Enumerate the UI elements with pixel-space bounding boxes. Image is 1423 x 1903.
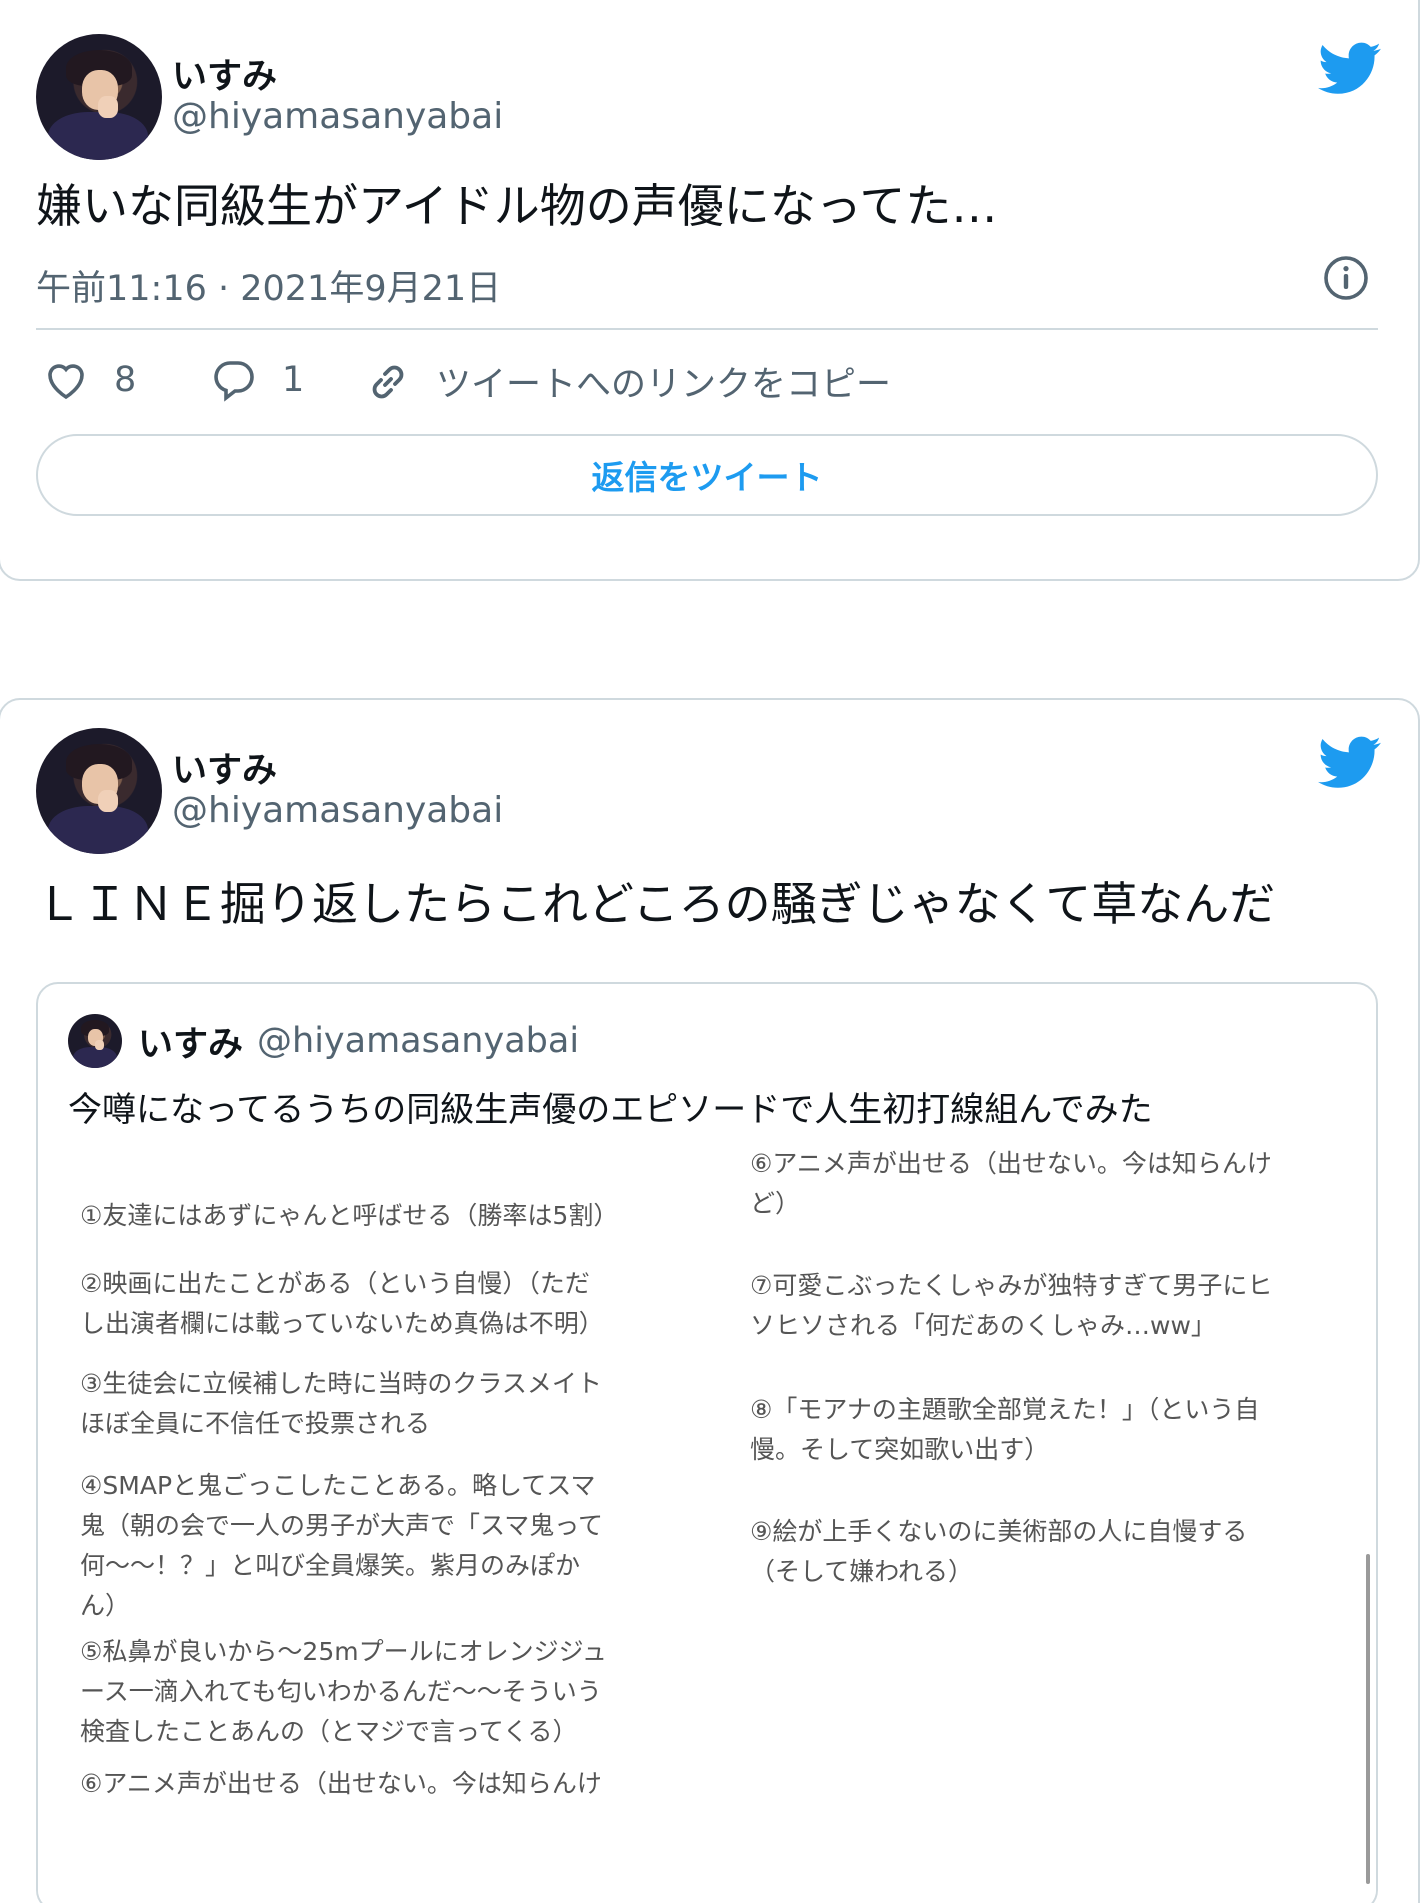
tweet-text: ＬＩＮＥ掘り返したらこれどころの騒ぎじゃなくて草なんだ xyxy=(36,877,1276,931)
list-item: ③生徒会に立候補した時に当時のクラスメイト ほぼ全員に不信任で投票される xyxy=(80,1369,602,1438)
twitter-bird-icon[interactable] xyxy=(1318,736,1382,790)
divider xyxy=(36,328,1378,330)
tweet-timestamp[interactable]: 午前11:16 · 2021年9月21日 xyxy=(36,260,501,311)
reply-button[interactable]: 1 xyxy=(210,356,304,404)
author-name[interactable]: いすみ xyxy=(172,742,277,793)
heart-icon xyxy=(48,364,84,400)
avatar[interactable] xyxy=(36,728,162,854)
list-item: ⑥アニメ声が出せる（出せない。今は知らんけ xyxy=(80,1769,602,1798)
author-handle[interactable]: @hiyamasanyabai xyxy=(172,790,503,831)
copy-link-label: ツイートへのリンクをコピー xyxy=(436,365,892,405)
avatar xyxy=(68,1014,122,1068)
list-item: ⑨絵が上手くないのに美術部の人に自慢する （そして嫌われる） xyxy=(750,1517,1248,1586)
info-icon[interactable] xyxy=(1322,254,1370,302)
avatar[interactable] xyxy=(36,34,162,160)
reply-tweet-button[interactable]: 返信をツイート xyxy=(36,434,1378,516)
copy-link-button[interactable]: ツイートへのリンクをコピー xyxy=(364,356,891,407)
like-count: 8 xyxy=(114,360,137,400)
list-item: ②映画に出たことがある（という自慢）（ただ し出演者欄には載っていないため真偽は… xyxy=(80,1269,604,1338)
image-right-column: ⑥アニメ声が出せる（出せない。今は知らんけ ど） ⑦可愛こぶったくしゃみが独特す… xyxy=(750,1144,1330,1586)
twitter-bird-icon[interactable] xyxy=(1318,42,1382,96)
scrollbar[interactable] xyxy=(1366,1554,1370,1884)
tweet-card-2: いすみ @hiyamasanyabai ＬＩＮＥ掘り返したらこれどころの騒ぎじゃ… xyxy=(0,698,1420,1903)
list-item: ①友達にはあずにゃんと呼ばせる（勝率は5割） xyxy=(80,1201,619,1230)
image-left-column: ①友達にはあずにゃんと呼ばせる（勝率は5割） ②映画に出たことがある（という自慢… xyxy=(80,1144,620,1798)
list-item: ④SMAPと鬼ごっこしたことある。略してスマ 鬼（朝の会で一人の男子が大声で「ス… xyxy=(80,1471,604,1620)
quoted-tweet-image[interactable]: ①友達にはあずにゃんと呼ばせる（勝率は5割） ②映画に出たことがある（という自慢… xyxy=(38,1144,1376,1903)
list-item: ⑧「モアナの主題歌全部覚えた！」（という自 慢。そして突如歌い出す） xyxy=(750,1395,1260,1464)
quoted-tweet-header: いすみ @hiyamasanyabai xyxy=(68,1014,579,1068)
reply-count: 1 xyxy=(282,360,305,400)
reply-bubble-icon xyxy=(214,361,254,402)
quoted-tweet-text: 今噂になってるうちの同級生声優のエピソードで人生初打線組んでみた xyxy=(68,1090,1153,1130)
author-name[interactable]: いすみ xyxy=(172,48,277,99)
list-item: ⑤私鼻が良いから〜25mプールにオレンジジュ ース一滴入れても匂いわかるんだ〜〜… xyxy=(80,1637,607,1746)
tweet-text: 嫌いな同級生がアイドル物の声優になってた… xyxy=(36,179,998,233)
list-item: ⑥アニメ声が出せる（出せない。今は知らんけ ど） xyxy=(750,1149,1272,1218)
list-item: ⑦可愛こぶったくしゃみが独特すぎて男子にヒ ソヒソされる「何だあのくしゃみ…ww… xyxy=(750,1271,1273,1340)
quoted-author-name: いすみ xyxy=(138,1024,244,1065)
quoted-author-handle: @hiyamasanyabai xyxy=(257,1021,580,1061)
quoted-tweet[interactable]: いすみ @hiyamasanyabai 今噂になってるうちの同級生声優のエピソー… xyxy=(36,982,1378,1903)
like-button[interactable]: 8 xyxy=(42,356,136,404)
link-icon xyxy=(372,365,404,398)
tweet-card-1: いすみ @hiyamasanyabai 嫌いな同級生がアイドル物の声優になってた… xyxy=(0,0,1420,581)
author-handle[interactable]: @hiyamasanyabai xyxy=(172,96,503,137)
